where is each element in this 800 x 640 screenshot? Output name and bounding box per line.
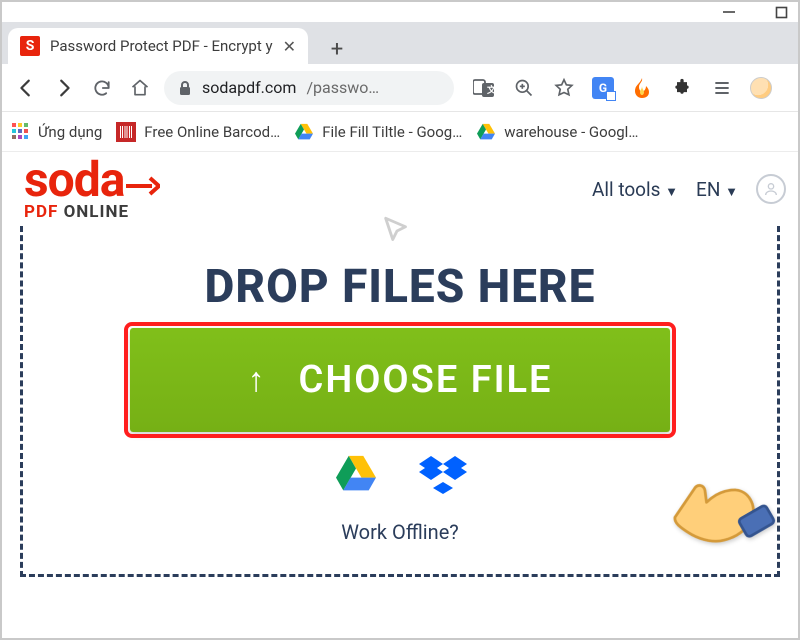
logo-text: soda [24,158,124,201]
bookmark-label: Ứng dụng [38,123,102,141]
window-titlebar [2,2,798,22]
bookmark-label: File Fill Tiltle - Goog… [322,123,462,141]
svg-text:文: 文 [486,84,495,96]
zoom-icon[interactable] [512,76,536,100]
bookmark-filefill[interactable]: File Fill Tiltle - Goog… [294,123,462,141]
lock-icon [178,80,192,96]
bookmark-barcode[interactable]: Free Online Barcod… [116,122,280,142]
bookmarks-bar: Ứng dụng Free Online Barcod… File Fill T… [2,112,798,152]
menu-label: All tools [592,178,660,201]
browser-tab[interactable]: S Password Protect PDF - Encrypt y ✕ [8,28,308,64]
chevron-down-icon: ▼ [725,185,738,200]
tab-title: Password Protect PDF - Encrypt y [50,37,273,55]
profile-avatar[interactable] [750,77,772,99]
menu-label: EN [696,178,720,201]
url-domain: sodapdf.com [202,78,296,97]
fire-extension-icon[interactable] [630,76,654,100]
bookmark-star-icon[interactable] [552,76,576,100]
chrome-menu-icon[interactable] [710,76,734,100]
addressbar-actions: 文 G [472,76,772,100]
bookmark-label: warehouse - Googl… [504,123,638,141]
tab-close-icon[interactable]: ✕ [283,37,296,56]
logo-pdf-text: PDF [24,202,58,222]
work-offline-link[interactable]: Work Offline? [53,520,747,544]
account-icon[interactable] [756,174,786,204]
back-button[interactable] [12,74,40,102]
cursor-icon [380,214,414,252]
barcode-icon [116,122,136,142]
window-minimize-button[interactable] [722,5,736,19]
tab-favicon: S [20,36,40,56]
reload-button[interactable] [88,74,116,102]
translate-page-icon[interactable]: 文 [472,76,496,100]
forward-button[interactable] [50,74,78,102]
extensions-icon[interactable] [670,76,694,100]
all-tools-menu[interactable]: All tools ▼ [592,178,678,201]
language-menu[interactable]: EN ▼ [696,178,738,201]
tab-strip: S Password Protect PDF - Encrypt y ✕ + [2,22,798,64]
choose-file-highlight: ↑ CHOOSE FILE [130,328,670,432]
google-drive-icon [294,123,314,141]
sodapdf-logo[interactable]: soda PDF ONLINE [24,158,160,220]
choose-file-label: CHOOSE FILE [298,358,552,402]
page-content: soda PDF ONLINE All tools ▼ EN ▼ [2,152,798,638]
google-drive-icon [476,123,496,141]
upload-arrow-icon: ↑ [247,360,266,400]
google-translate-extension-icon[interactable]: G [592,77,614,99]
address-bar: sodapdf.com/passwo… 文 G [2,64,798,112]
site-menu: All tools ▼ EN ▼ [592,174,786,204]
new-tab-button[interactable]: + [322,34,352,64]
url-path: /passwo… [306,78,379,97]
logo-online-text: ONLINE [58,202,129,222]
dropbox-source-icon[interactable] [419,454,467,494]
logo-arrow-icon [126,158,160,201]
bookmark-label: Free Online Barcod… [144,123,280,141]
google-drive-source-icon[interactable] [333,454,379,494]
browser-window: S Password Protect PDF - Encrypt y ✕ + s… [0,0,800,640]
url-box[interactable]: sodapdf.com/passwo… [164,71,454,105]
home-button[interactable] [126,74,154,102]
dropzone-heading: DROP FILES HERE [53,260,747,314]
bookmark-warehouse[interactable]: warehouse - Googl… [476,123,638,141]
apps-grid-icon [12,123,30,141]
window-maximize-button[interactable] [774,5,788,19]
chevron-down-icon: ▼ [665,185,678,200]
choose-file-button[interactable]: ↑ CHOOSE FILE [130,328,670,432]
bookmark-apps[interactable]: Ứng dụng [12,123,102,141]
